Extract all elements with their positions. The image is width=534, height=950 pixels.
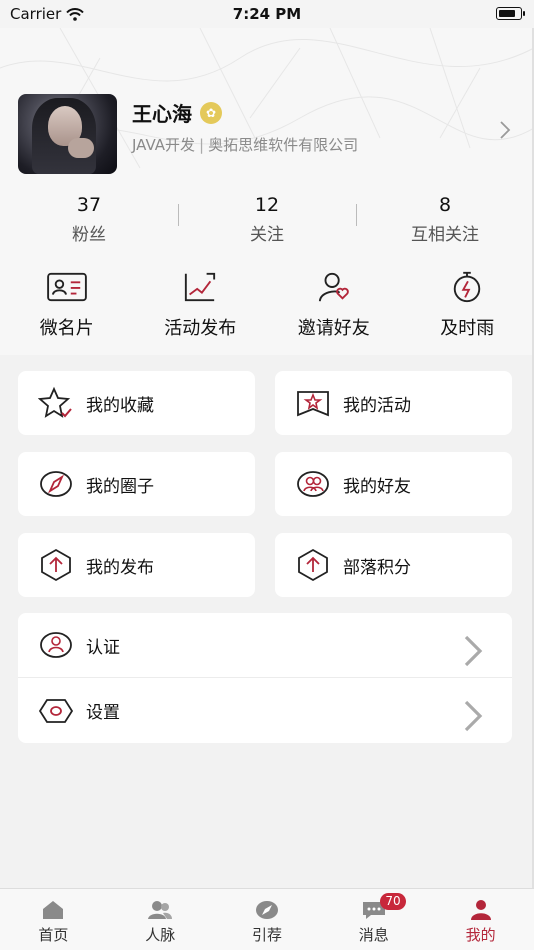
- list-item-label: 设置: [86, 703, 120, 723]
- list-item-label: 认证: [86, 637, 120, 658]
- chevron-right-icon[interactable]: [498, 120, 518, 144]
- subtitle-separator: |: [199, 136, 205, 154]
- tab-label: 我的: [465, 926, 496, 944]
- stat-label: 互相关注: [411, 225, 479, 245]
- menu-label: 部落积分: [343, 557, 411, 578]
- tab-home[interactable]: 首页: [0, 889, 107, 950]
- tab-referral[interactable]: 引荐: [214, 889, 321, 950]
- tab-label: 首页: [38, 926, 69, 944]
- chevron-right-icon: [454, 633, 490, 674]
- contacts-icon: [148, 901, 173, 919]
- list-item-certification[interactable]: 认证: [18, 613, 512, 678]
- activity-banner-icon: [297, 391, 329, 417]
- unread-badge: 70: [380, 893, 406, 910]
- clover-badge-icon: ✿: [200, 101, 222, 124]
- avatar[interactable]: [18, 94, 117, 174]
- status-bar: Carrier 7:24 PM: [0, 0, 534, 28]
- tab-bar: 首页 人脉 引荐 70 消息 我的: [0, 888, 534, 950]
- tab-contacts[interactable]: 人脉: [107, 889, 214, 950]
- menu-publish[interactable]: 我的发布: [18, 533, 255, 597]
- quick-actions: 微名片 活动发布 邀请好友 及时雨: [0, 270, 534, 340]
- publish-icon: [41, 548, 71, 582]
- quick-action-label: 及时雨: [440, 318, 495, 339]
- certify-icon: [40, 632, 72, 658]
- menu-label: 我的发布: [86, 557, 154, 578]
- tab-label: 人脉: [145, 926, 176, 944]
- star-icon: [38, 386, 72, 418]
- compass-icon: [255, 901, 278, 919]
- menu-activities[interactable]: 我的活动: [275, 371, 512, 435]
- quick-action-label: 活动发布: [164, 318, 237, 339]
- menu-points[interactable]: 部落积分: [275, 533, 512, 597]
- settings-list: 认证 设置: [18, 613, 512, 743]
- user-name: 王心海: [132, 102, 192, 126]
- quick-action-invite[interactable]: 邀请好友: [267, 270, 401, 340]
- battery-icon: [496, 7, 525, 20]
- points-icon: [298, 548, 328, 582]
- profile-header: 王心海 ✿ JAVA开发 | 奥拓思维软件有限公司 37 粉丝 12 关注 8 互相…: [0, 28, 534, 355]
- quick-action-card[interactable]: 微名片: [0, 270, 134, 340]
- menu-circles[interactable]: 我的圈子: [18, 452, 255, 516]
- tab-label: 消息: [358, 926, 389, 944]
- quick-action-publish[interactable]: 活动发布: [134, 270, 268, 340]
- menu-label: 我的收藏: [86, 395, 154, 416]
- tab-messages[interactable]: 70 消息: [320, 889, 427, 950]
- stopwatch-icon: [454, 271, 481, 303]
- user-icon: [470, 900, 491, 920]
- id-card-icon: [46, 272, 87, 302]
- menu-label: 我的活动: [343, 395, 411, 416]
- stat-fans[interactable]: 37 粉丝: [0, 192, 178, 248]
- stat-label: 粉丝: [72, 225, 106, 245]
- chart-note-icon: [185, 272, 216, 302]
- user-role: JAVA开发: [132, 136, 196, 154]
- quick-action-label: 邀请好友: [297, 318, 370, 339]
- home-icon: [43, 901, 64, 919]
- user-subtitle: JAVA开发 | 奥拓思维软件有限公司: [132, 134, 358, 155]
- stat-value: 8: [438, 194, 452, 216]
- compass-icon: [40, 471, 72, 497]
- settings-icon: [38, 698, 74, 723]
- chevron-right-icon: [454, 698, 490, 739]
- friends-icon: [297, 471, 329, 497]
- stat-label: 关注: [250, 225, 284, 245]
- menu-favorites[interactable]: 我的收藏: [18, 371, 255, 435]
- stat-following[interactable]: 12 关注: [178, 192, 356, 248]
- profile-row[interactable]: 王心海 ✿ JAVA开发 | 奥拓思维软件有限公司: [18, 94, 518, 174]
- stat-value: 37: [76, 194, 102, 216]
- list-item-settings[interactable]: 设置: [18, 678, 512, 743]
- stats-row: 37 粉丝 12 关注 8 互相关注: [0, 192, 534, 248]
- menu-friends[interactable]: 我的好友: [275, 452, 512, 516]
- menu-label: 我的圈子: [86, 476, 154, 497]
- quick-action-label: 微名片: [39, 318, 94, 339]
- quick-action-timely-rain[interactable]: 及时雨: [401, 270, 534, 340]
- stat-value: 12: [254, 194, 280, 216]
- stat-mutual[interactable]: 8 互相关注: [356, 192, 534, 248]
- user-company: 奥拓思维软件有限公司: [208, 136, 359, 154]
- invite-user-icon: [318, 272, 349, 302]
- clock: 7:24 PM: [232, 5, 302, 23]
- menu-label: 我的好友: [343, 476, 411, 497]
- tab-me[interactable]: 我的: [427, 889, 534, 950]
- tab-label: 引荐: [251, 926, 282, 944]
